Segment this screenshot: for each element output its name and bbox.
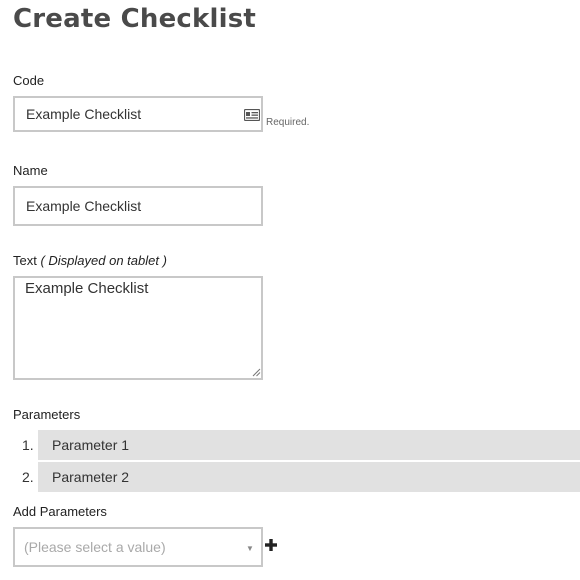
name-input[interactable]: Example Checklist: [13, 186, 263, 226]
parameters-label: Parameters: [13, 407, 81, 422]
text-label: Text ( Displayed on tablet ): [13, 253, 167, 268]
plus-icon[interactable]: [264, 537, 278, 553]
required-note: Required.: [266, 117, 310, 128]
parameter-label[interactable]: Parameter 1: [38, 430, 580, 460]
parameter-number: 1.: [22, 437, 34, 453]
name-label: Name: [13, 163, 48, 178]
id-card-icon: [244, 109, 260, 121]
text-label-main: Text: [13, 253, 37, 268]
parameter-item: 2. Parameter 2: [0, 462, 580, 492]
create-checklist-form: Create Checklist Code Example Checklist …: [0, 0, 580, 580]
parameter-item: 1. Parameter 1: [0, 430, 580, 460]
code-label: Code: [13, 73, 45, 88]
chevron-down-icon: ▼: [246, 544, 254, 553]
resize-grip-icon[interactable]: [252, 368, 261, 377]
add-parameters-select[interactable]: (Please select a value): [13, 527, 263, 567]
page-title: Create Checklist: [13, 4, 257, 34]
text-textarea[interactable]: Example Checklist: [13, 276, 263, 380]
add-parameters-label: Add Parameters: [13, 504, 107, 519]
parameter-label[interactable]: Parameter 2: [38, 462, 580, 492]
code-input[interactable]: Example Checklist: [13, 96, 263, 132]
parameter-number: 2.: [22, 469, 34, 485]
text-label-note: ( Displayed on tablet ): [40, 253, 167, 268]
